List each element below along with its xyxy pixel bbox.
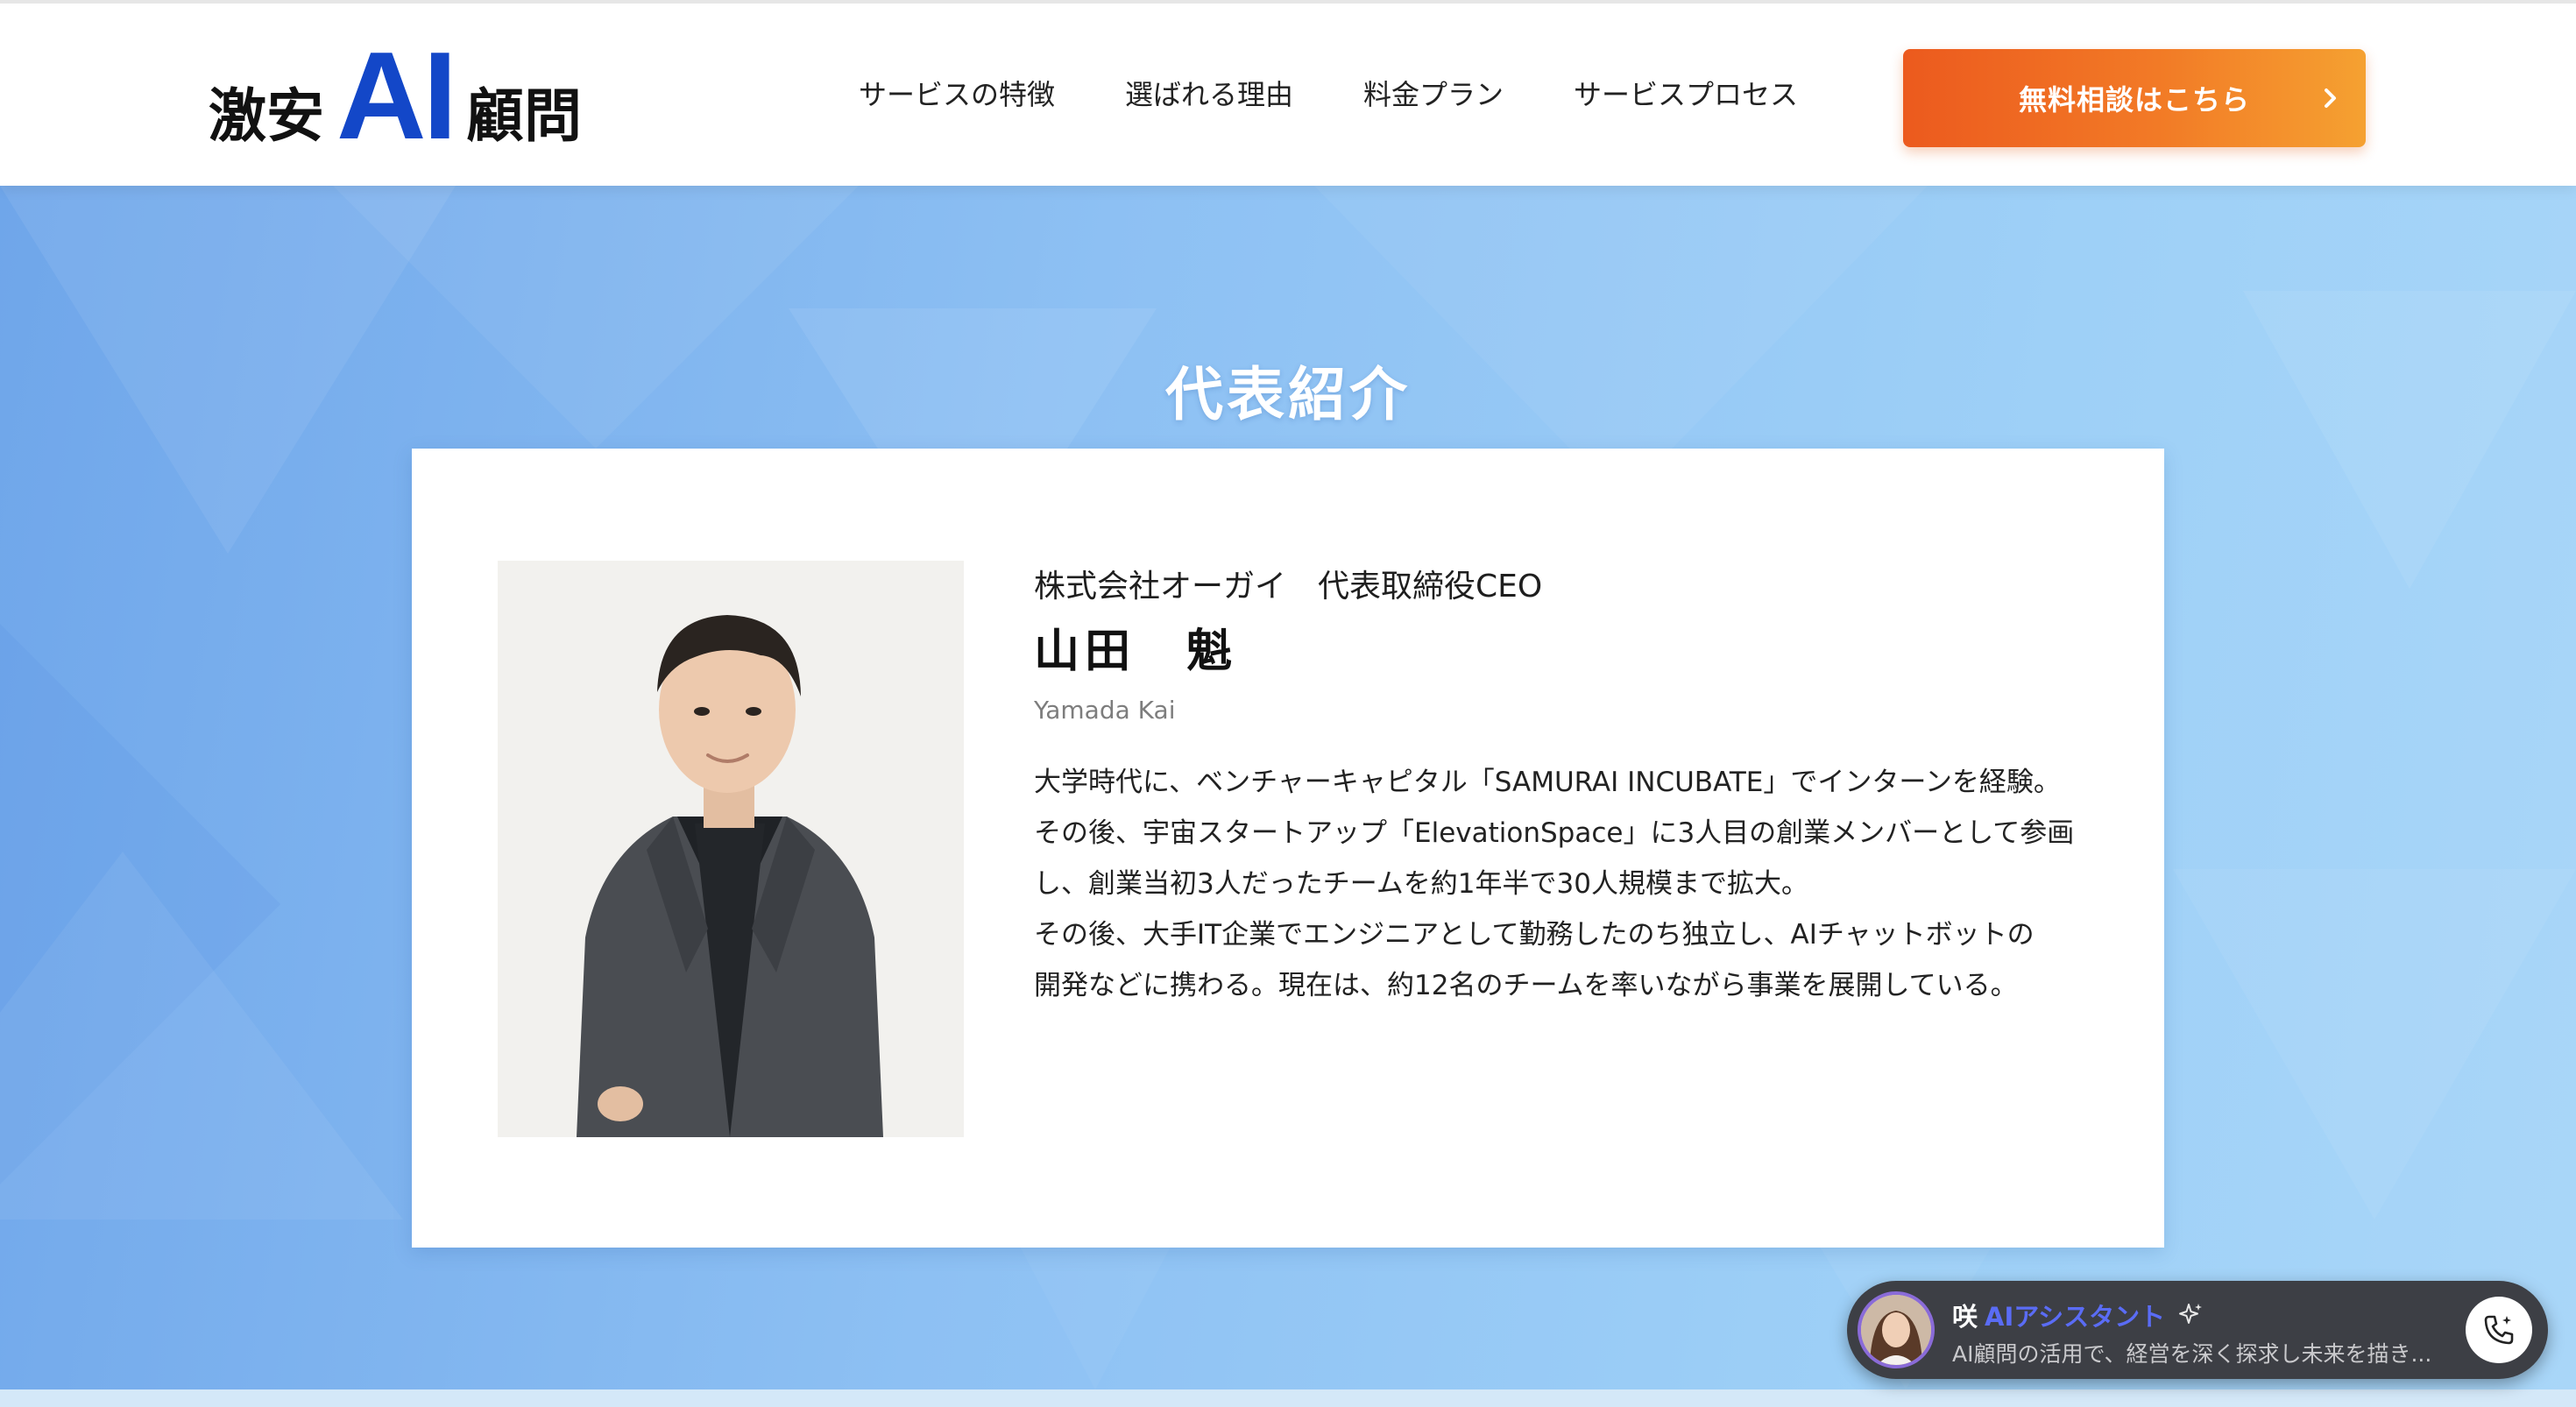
bio-line: 開発などに携わる。現在は、約12名のチームを率いながら事業を展開している。 [1034, 970, 2018, 1001]
assistant-title: 咲 AIアシスタント [1952, 1297, 2204, 1333]
nav-item-features[interactable]: サービスの特徴 [859, 72, 1055, 117]
nav-item-reasons[interactable]: 選ばれる理由 [1125, 72, 1293, 117]
bio-line: その後、宇宙スタートアップ「ElevationSpace」に3人目の創業メンバー… [1034, 817, 2075, 849]
cta-label: 無料相談はこちら [2018, 83, 2250, 117]
ai-assistant-widget[interactable]: 咲 AIアシスタント AI顧問の活用で、経営を深く探求し未来を描き... [1847, 1281, 2548, 1379]
assistant-role: AIアシスタント [1985, 1302, 2166, 1332]
sparkle-icon [2179, 1304, 2203, 1324]
site-logo[interactable]: 激安 AI 顧問 [209, 26, 582, 166]
chevron-right-icon [2325, 88, 2336, 108]
ceo-portrait-illustration [498, 561, 964, 1137]
bio-line: 大学時代に、ベンチャーキャピタル「SAMURAI INCUBATE」でインターン… [1034, 767, 2061, 798]
assistant-subtitle: AI顧問の活用で、経営を深く探求し未来を描き... [1952, 1341, 2432, 1367]
ceo-bio: 大学時代に、ベンチャーキャピタル「SAMURAI INCUBATE」でインターン… [1034, 757, 2103, 1011]
assistant-name: 咲 [1952, 1302, 1978, 1332]
free-consultation-button[interactable]: 無料相談はこちら [1903, 49, 2366, 147]
site-header: 激安 AI 顧問 サービスの特徴 選ばれる理由 料金プラン サービスプロセス 無… [0, 0, 2576, 186]
nav-item-pricing[interactable]: 料金プラン [1363, 72, 1504, 117]
main-nav: サービスの特徴 選ばれる理由 料金プラン サービスプロセス [859, 72, 1798, 117]
ceo-name-romaji: Yamada Kai [1034, 696, 1176, 725]
logo-suffix: 顧問 [466, 82, 582, 150]
assistant-avatar [1858, 1291, 1935, 1368]
bio-line: その後、大手IT企業でエンジニアとして勤務したのち独立し、AIチャットボットの [1034, 919, 2035, 951]
ceo-photo [498, 561, 964, 1137]
next-section-edge [0, 1389, 2576, 1407]
nav-item-process[interactable]: サービスプロセス [1574, 72, 1798, 117]
profile-card: 株式会社オーガイ 代表取締役CEO 山田 魁 Yamada Kai 大学時代に、… [412, 449, 2164, 1248]
representative-section: 代表紹介 株式会社オーガイ 代表取締役CEO 山田 魁 Yamada Kai 大… [0, 186, 2576, 1389]
logo-prefix: 激安 [209, 82, 324, 150]
phone-call-icon [2484, 1315, 2514, 1345]
profile-info: 株式会社オーガイ 代表取締役CEO 山田 魁 Yamada Kai 大学時代に、… [1034, 562, 2103, 1011]
logo-ai: AI [336, 26, 457, 166]
bio-line: し、創業当初3人だったチームを約1年半で30人規模まで拡大。 [1034, 868, 1808, 900]
ceo-role: 株式会社オーガイ 代表取締役CEO [1034, 569, 1543, 605]
ceo-name: 山田 魁 [1034, 626, 1238, 678]
section-title: 代表紹介 [1165, 360, 1411, 428]
call-button[interactable] [2466, 1297, 2532, 1363]
